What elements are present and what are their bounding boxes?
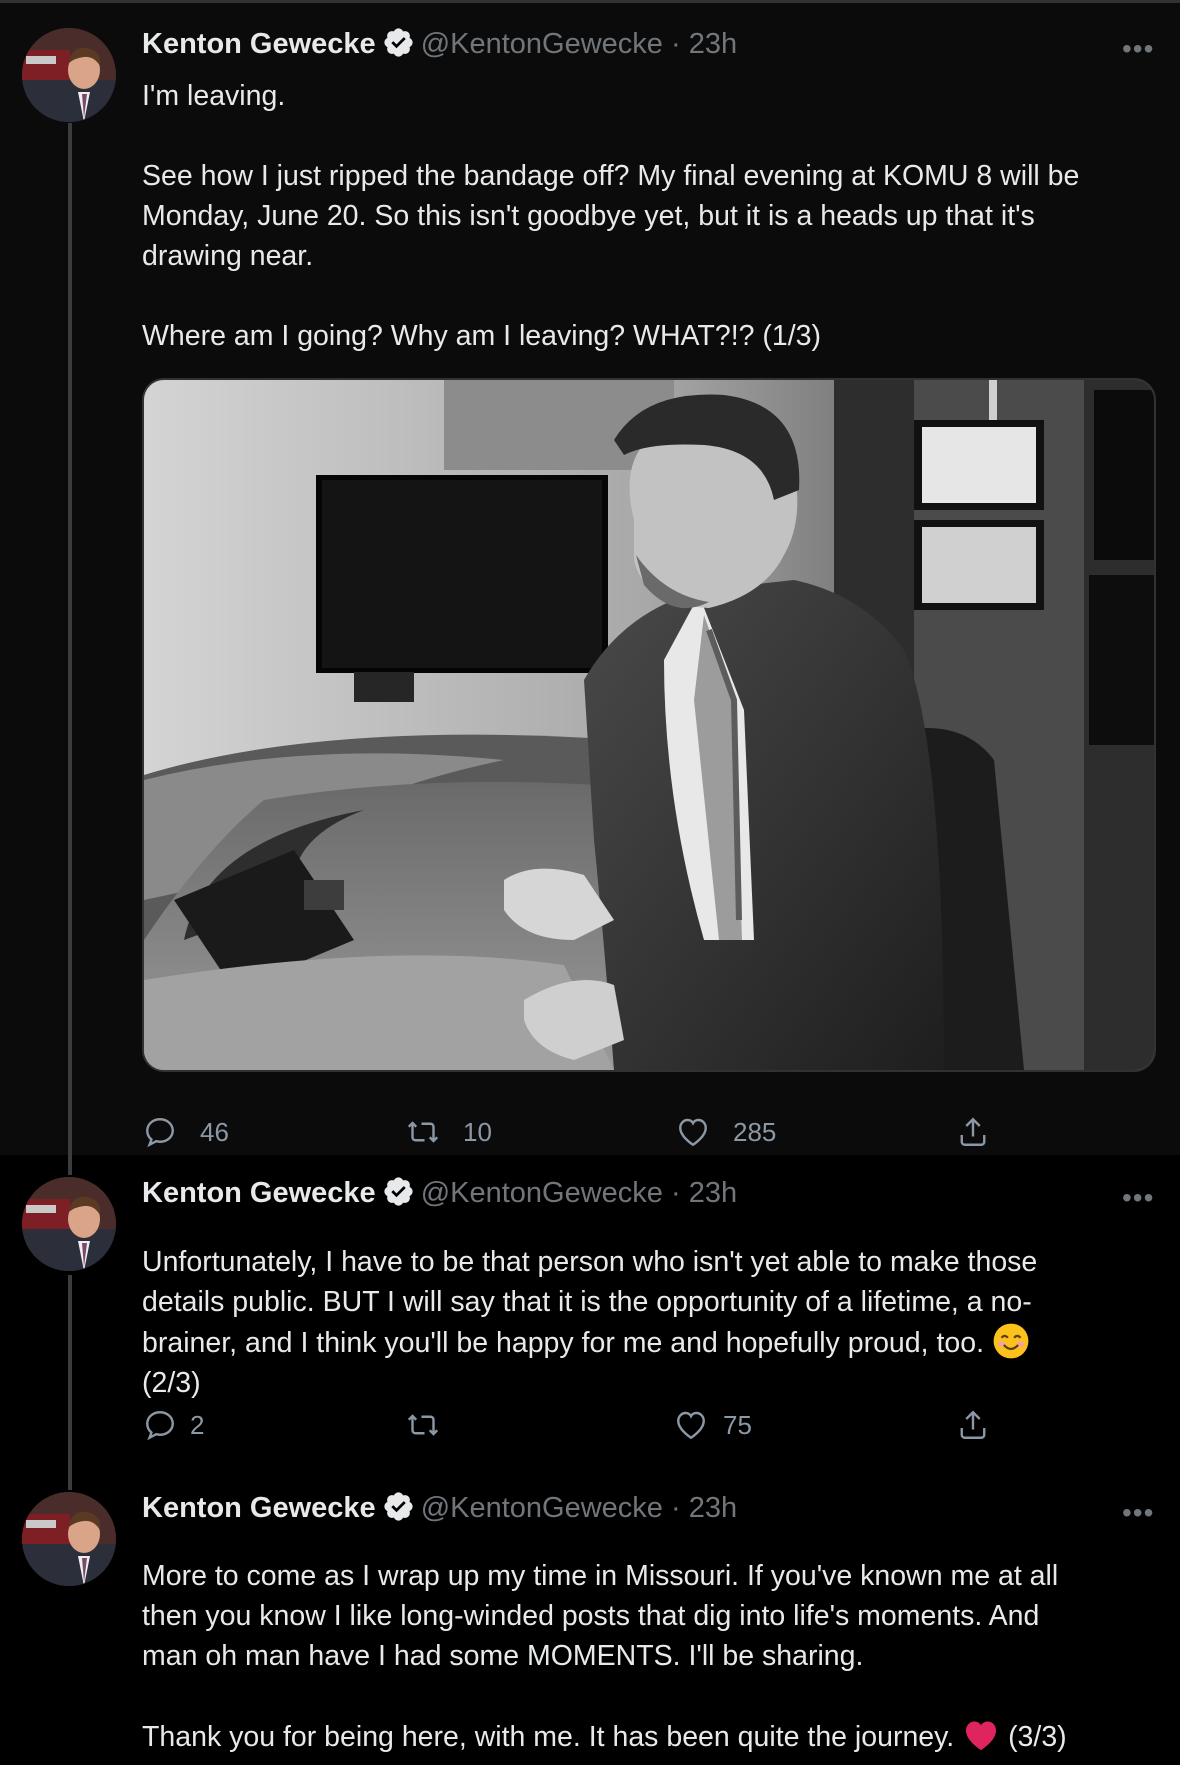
text-line: then you know I like long-winded posts t…	[142, 1600, 1040, 1632]
text-line: I'm leaving.	[142, 80, 286, 112]
tweet-1[interactable]: Kenton Gewecke @KentonGewecke · 23h ••• I…	[0, 3, 1180, 1155]
author-name[interactable]: Kenton Gewecke	[142, 28, 376, 60]
retweet-button[interactable]	[405, 1403, 441, 1447]
author-handle[interactable]: @KentonGewecke	[421, 1177, 663, 1209]
text-line: Where am I going? Why am I leaving? WHAT…	[142, 320, 821, 352]
retweet-button[interactable]: 10	[405, 1110, 492, 1154]
thread-line	[68, 123, 72, 1155]
author-name[interactable]: Kenton Gewecke	[142, 1177, 376, 1209]
tweet-2[interactable]: Kenton Gewecke @KentonGewecke · 23h ••• U…	[0, 1155, 1180, 1470]
timestamp[interactable]: · 23h	[663, 1492, 737, 1524]
tweet-header: Kenton Gewecke @KentonGewecke · 23h	[142, 1488, 737, 1528]
timestamp[interactable]: · 23h	[663, 1177, 737, 1209]
heart-icon	[677, 1411, 705, 1440]
reply-icon	[146, 1118, 174, 1148]
tweet-header: Kenton Gewecke @KentonGewecke · 23h	[142, 24, 737, 64]
reply-count: 2	[190, 1409, 205, 1440]
smiling-face-emoji	[992, 1322, 1030, 1360]
text-line: (2/3)	[142, 1367, 201, 1399]
reply-button[interactable]: 2	[142, 1403, 204, 1447]
tweet-text: More to come as I wrap up my time in Mis…	[142, 1556, 1152, 1757]
text-line: drawing near.	[142, 240, 314, 272]
tweet-photo[interactable]	[142, 378, 1156, 1072]
share-icon	[960, 1117, 986, 1146]
like-button[interactable]: 75	[673, 1403, 752, 1447]
share-icon	[960, 1410, 986, 1439]
heart-icon	[679, 1118, 707, 1147]
like-count: 285	[733, 1116, 777, 1147]
text-line: Monday, June 20. So this isn't goodbye y…	[142, 200, 1035, 232]
avatar[interactable]	[22, 1492, 116, 1586]
verified-badge-icon	[382, 1175, 415, 1208]
text-line: More to come as I wrap up my time in Mis…	[142, 1560, 1059, 1592]
verified-badge-icon	[382, 1490, 415, 1523]
author-name[interactable]: Kenton Gewecke	[142, 1492, 376, 1524]
like-button[interactable]: 285	[675, 1110, 776, 1154]
timestamp[interactable]: · 23h	[663, 28, 737, 60]
text-line: brainer, and I think you'll be happy for…	[142, 1322, 1152, 1363]
reply-icon	[146, 1411, 174, 1441]
tweet-actions: 46 10 285	[142, 1110, 1002, 1154]
tweet-3[interactable]: Kenton Gewecke @KentonGewecke · 23h ••• M…	[0, 1470, 1180, 1753]
text-line: details public. BUT I will say that it i…	[142, 1286, 1032, 1318]
reply-button[interactable]: 46	[142, 1110, 229, 1154]
retweet-icon	[407, 1414, 439, 1436]
share-button[interactable]	[955, 1403, 991, 1447]
text-line: Thank you for being here, with me. It ha…	[142, 1716, 1152, 1757]
tweet-text: I'm leaving. See how I just ripped the b…	[142, 76, 1152, 356]
red-heart-emoji	[962, 1716, 1000, 1754]
verified-badge-icon	[382, 26, 415, 59]
text-line: See how I just ripped the bandage off? M…	[142, 160, 1080, 192]
more-options-button[interactable]: •••	[1122, 35, 1158, 63]
author-handle[interactable]: @KentonGewecke	[421, 28, 663, 60]
more-options-button[interactable]: •••	[1122, 1184, 1158, 1212]
tweet-text: Unfortunately, I have to be that person …	[142, 1242, 1152, 1403]
author-handle[interactable]: @KentonGewecke	[421, 1492, 663, 1524]
reply-count: 46	[200, 1116, 229, 1147]
more-options-button[interactable]: •••	[1122, 1499, 1158, 1527]
text-line: Unfortunately, I have to be that person …	[142, 1246, 1038, 1278]
thread-line	[68, 1470, 72, 1490]
avatar[interactable]	[22, 1177, 116, 1271]
retweet-icon	[407, 1121, 439, 1143]
retweet-count: 10	[463, 1116, 492, 1147]
tweet-header: Kenton Gewecke @KentonGewecke · 23h	[142, 1173, 737, 1213]
thread-line	[68, 1155, 72, 1175]
text-line: man oh man have I had some MOMENTS. I'll…	[142, 1640, 864, 1672]
thread-line	[68, 1275, 72, 1470]
like-count: 75	[723, 1409, 752, 1440]
share-button[interactable]	[955, 1110, 991, 1154]
tweet-actions: 2 75	[142, 1403, 1002, 1447]
avatar[interactable]	[22, 28, 116, 122]
